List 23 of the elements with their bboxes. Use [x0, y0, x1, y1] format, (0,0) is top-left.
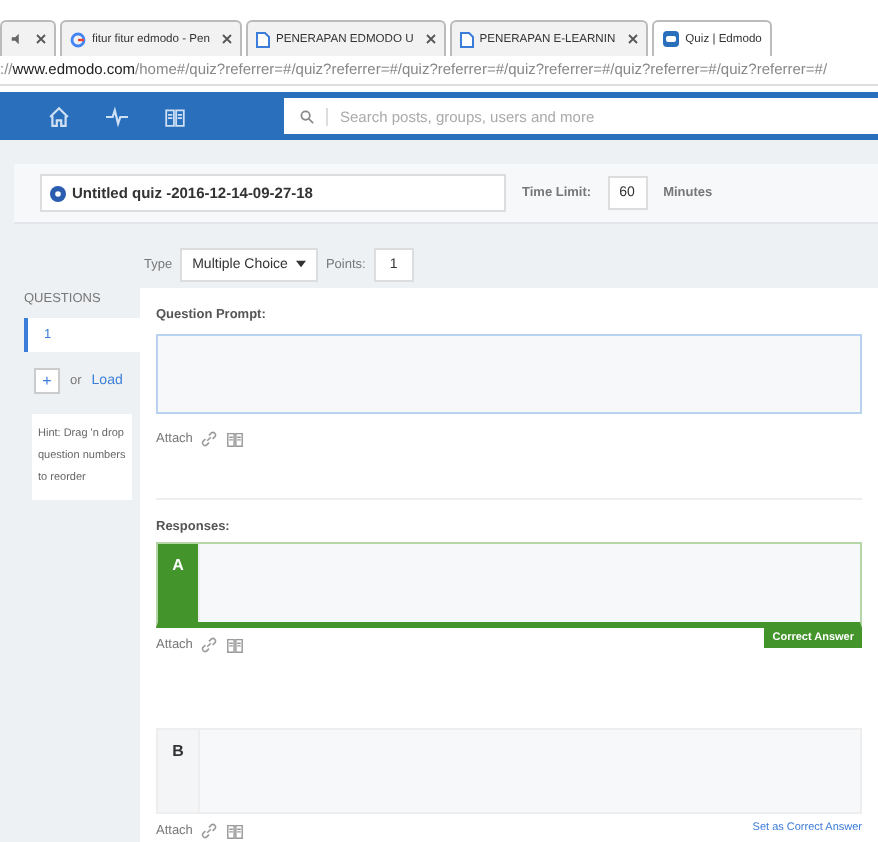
book-icon[interactable] [226, 429, 245, 447]
search-icon [300, 109, 314, 123]
add-button[interactable]: + [34, 368, 60, 394]
close-icon[interactable] [36, 34, 46, 44]
document-icon [459, 31, 474, 47]
pulse-icon[interactable] [106, 105, 128, 127]
prompt-field[interactable] [156, 334, 862, 414]
home-icon[interactable] [48, 105, 70, 127]
book-icon[interactable] [226, 635, 245, 653]
close-icon[interactable] [221, 34, 232, 44]
caret-icon [295, 260, 306, 268]
response-letter: B [170, 740, 186, 764]
link-icon[interactable] [200, 635, 219, 653]
browser-tab[interactable] [0, 20, 56, 56]
g-logo-icon [70, 31, 86, 47]
close-icon[interactable] [425, 34, 436, 44]
speaker-icon [10, 32, 24, 46]
close-icon[interactable] [627, 34, 638, 44]
link-icon[interactable] [200, 821, 219, 839]
link-icon[interactable] [200, 429, 219, 447]
document-icon [255, 31, 270, 47]
response-letter: A [170, 554, 186, 578]
book-icon[interactable] [226, 821, 245, 839]
